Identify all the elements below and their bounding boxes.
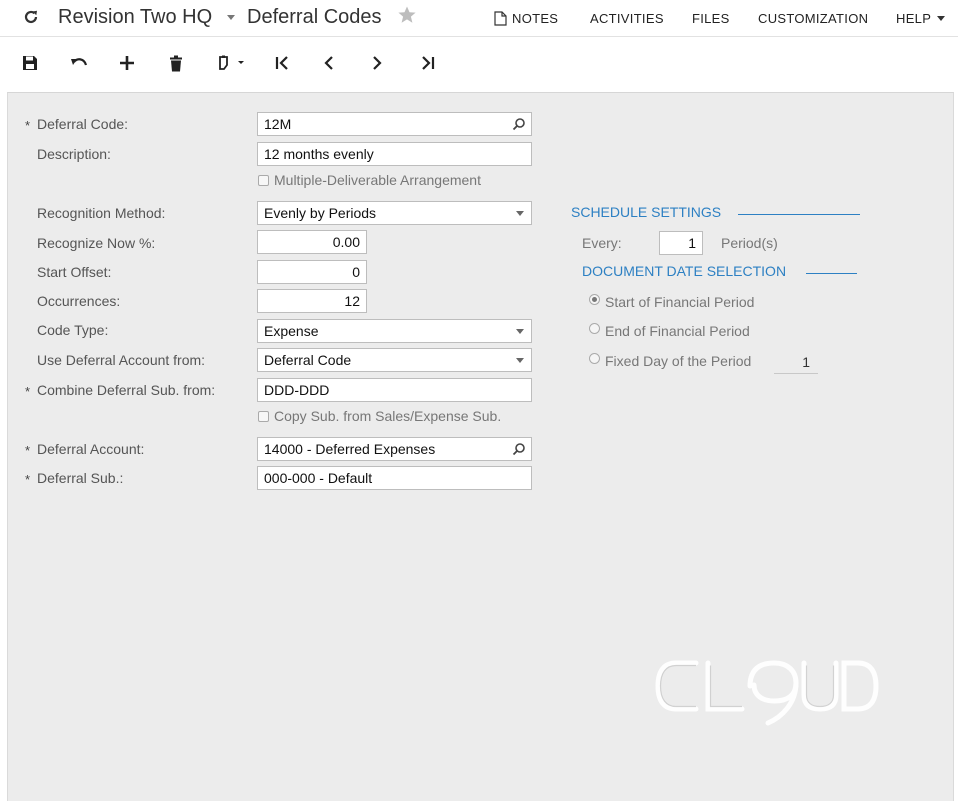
fixed-day-field: 1 [774, 350, 818, 374]
company-dropdown-icon[interactable] [227, 15, 235, 20]
help-menu[interactable]: HELP [896, 11, 946, 26]
previous-record-button[interactable] [316, 50, 342, 76]
deferral-code-label: Deferral Code: [37, 116, 129, 132]
chevron-down-icon [937, 16, 946, 21]
schedule-settings-header: SCHEDULE SETTINGS [571, 204, 722, 220]
multi-deliverable-checkbox[interactable] [258, 175, 269, 186]
start-period-radio[interactable] [589, 294, 600, 305]
recognition-method-value: Evenly by Periods [264, 205, 377, 221]
section-divider [738, 214, 860, 215]
activities-link[interactable]: ACTIVITIES [590, 11, 664, 26]
copy-sub-label: Copy Sub. from Sales/Expense Sub. [274, 408, 502, 424]
deferral-code-field[interactable]: 12M [257, 112, 532, 136]
recognition-method-select[interactable]: Evenly by Periods [257, 201, 532, 225]
save-icon [23, 56, 37, 70]
last-record-button[interactable] [415, 50, 441, 76]
every-label: Every: [582, 235, 622, 251]
section-divider [806, 273, 857, 274]
add-button[interactable] [114, 50, 140, 76]
recognize-now-field[interactable]: 0.00 [257, 230, 367, 254]
end-period-radio[interactable] [589, 323, 600, 334]
delete-icon [170, 55, 182, 71]
copy-paste-icon [219, 55, 244, 70]
chevron-down-icon [516, 211, 524, 216]
clipboard-button[interactable] [213, 50, 251, 76]
undo-icon [71, 58, 88, 66]
deferral-sub-field[interactable]: 000-000 - Default [257, 466, 532, 490]
previous-record-icon [324, 56, 333, 70]
search-icon [512, 118, 525, 131]
chevron-down-icon [516, 358, 524, 363]
end-period-label: End of Financial Period [605, 323, 750, 339]
add-icon [120, 56, 134, 70]
favorite-star-icon[interactable] [397, 5, 417, 30]
document-date-header: DOCUMENT DATE SELECTION [582, 263, 787, 279]
first-record-icon [275, 56, 288, 70]
note-icon [494, 11, 507, 26]
company-name: Revision Two HQ [58, 6, 213, 28]
use-deferral-account-select[interactable]: Deferral Code [257, 348, 532, 372]
use-deferral-account-value: Deferral Code [264, 352, 352, 368]
fixed-day-label: Fixed Day of the Period [605, 353, 752, 369]
use-deferral-account-label: Use Deferral Account from: [37, 352, 206, 368]
notes-link[interactable]: NOTES [494, 11, 558, 26]
next-record-icon [373, 56, 382, 70]
start-period-label: Start of Financial Period [605, 294, 755, 310]
chevron-down-icon [516, 329, 524, 334]
undo-button[interactable] [66, 50, 92, 76]
copy-sub-checkbox[interactable] [258, 411, 269, 422]
deferral-account-field[interactable]: 14000 - Deferred Expenses [257, 437, 532, 461]
deferral-account-label: Deferral Account: [37, 441, 145, 457]
periods-label: Period(s) [721, 235, 778, 251]
required-marker: * [25, 472, 31, 487]
fixed-day-radio[interactable] [589, 353, 600, 364]
next-record-button[interactable] [364, 50, 390, 76]
fixed-day-value: 1 [802, 354, 810, 370]
last-record-icon [422, 56, 435, 70]
refresh-icon[interactable] [22, 8, 42, 26]
deferral-account-value: 14000 - Deferred Expenses [264, 441, 436, 457]
occurrences-field[interactable]: 12 [257, 289, 367, 313]
description-label: Description: [37, 146, 111, 162]
search-icon [512, 443, 525, 456]
page-title: Deferral Codes [247, 6, 382, 28]
header-divider [0, 36, 958, 37]
required-marker: * [25, 384, 31, 399]
required-marker: * [25, 443, 31, 458]
code-type-select[interactable]: Expense [257, 319, 532, 343]
company-selector[interactable]: Revision Two HQ [58, 6, 212, 29]
customization-link[interactable]: CUSTOMIZATION [758, 11, 868, 26]
combine-sub-field[interactable]: DDD-DDD [257, 378, 532, 402]
files-link[interactable]: FILES [692, 11, 730, 26]
recognition-method-label: Recognition Method: [37, 205, 166, 221]
occurrences-label: Occurrences: [37, 293, 121, 309]
save-button[interactable] [17, 50, 43, 76]
description-field[interactable]: 12 months evenly [257, 142, 532, 166]
notes-label: NOTES [512, 11, 559, 26]
multi-deliverable-label: Multiple-Deliverable Arrangement [274, 172, 481, 188]
combine-sub-label: Combine Deferral Sub. from: [37, 382, 216, 398]
cloud9-watermark-logo [654, 655, 880, 727]
code-type-value: Expense [264, 323, 319, 339]
delete-button[interactable] [163, 50, 189, 76]
help-label: HELP [896, 11, 932, 26]
recognize-now-label: Recognize Now %: [37, 235, 156, 251]
required-marker: * [25, 118, 31, 133]
code-type-label: Code Type: [37, 322, 109, 338]
start-offset-label: Start Offset: [37, 264, 112, 280]
deferral-sub-label: Deferral Sub.: [37, 470, 124, 486]
start-offset-field[interactable]: 0 [257, 260, 367, 284]
deferral-code-value: 12M [264, 116, 292, 132]
first-record-button[interactable] [269, 50, 295, 76]
every-field[interactable]: 1 [659, 231, 703, 255]
